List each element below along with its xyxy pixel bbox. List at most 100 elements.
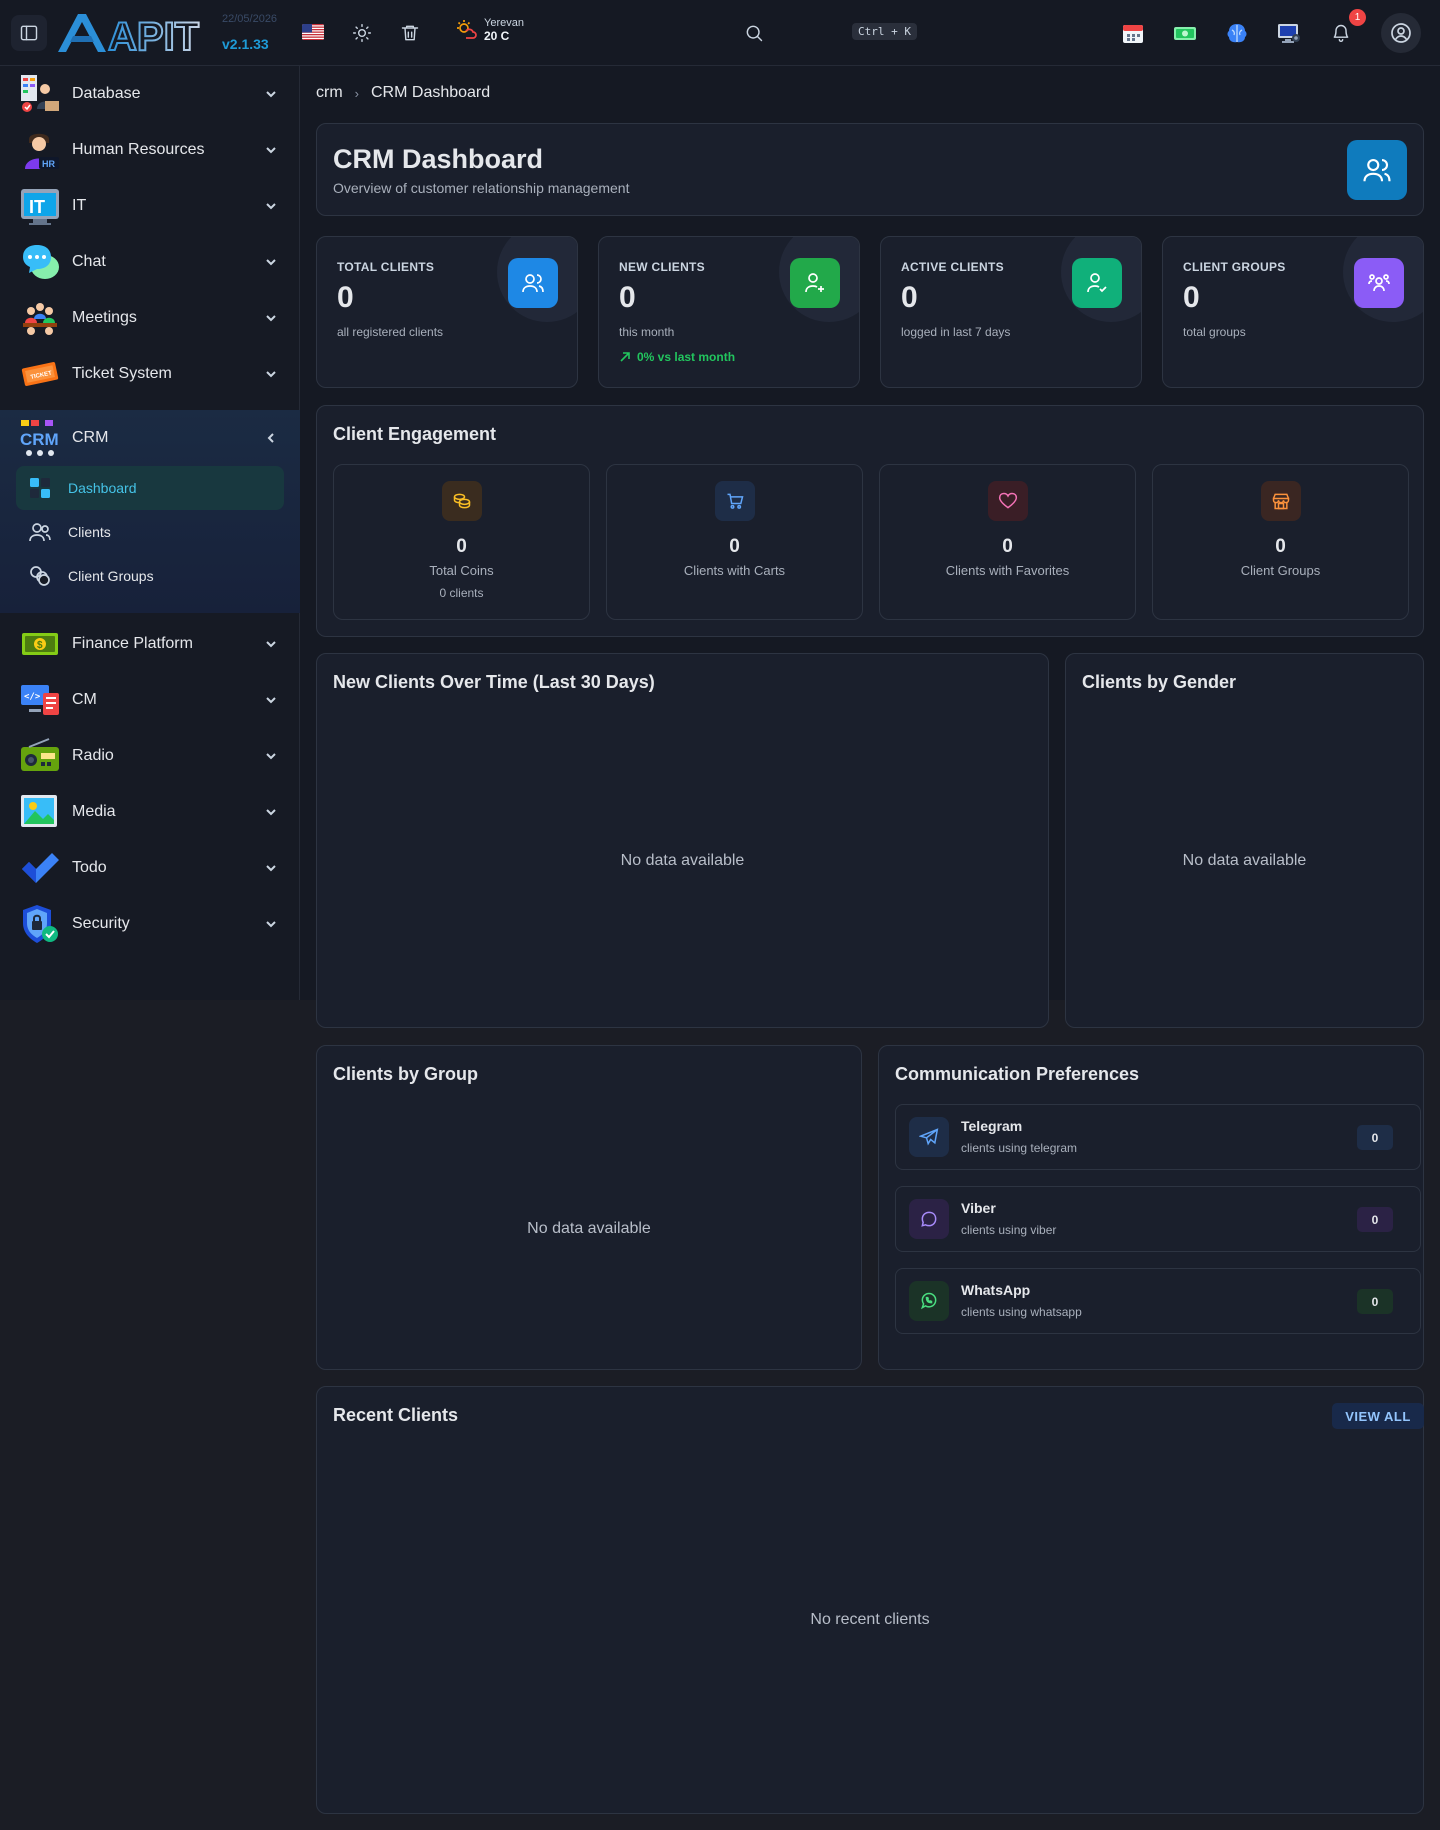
sidebar-subitem-client-groups[interactable]: Client Groups (16, 554, 284, 598)
sidebar-item-human-resources[interactable]: HR Human Resources (0, 122, 300, 178)
sidebar-item-database[interactable]: Database (0, 66, 300, 122)
brain-icon[interactable] (1224, 20, 1250, 46)
eng-value: 0 (1275, 536, 1286, 557)
sidebar-item-radio[interactable]: Radio (0, 728, 300, 784)
stat-value: 0 (1183, 281, 1200, 314)
clear-cache-button[interactable] (392, 15, 428, 51)
calendar-icon[interactable] (1120, 20, 1146, 46)
sidebar-label-cm: CM (72, 691, 97, 708)
human-resources-icon: HR (25, 133, 59, 169)
chart-title: New Clients Over Time (Last 30 Days) (333, 672, 655, 692)
us-flag-icon[interactable] (302, 24, 324, 40)
chevron-down-icon (264, 87, 278, 101)
engagement-tile-favorites: 0 Clients with Favorites (879, 464, 1136, 620)
section-title: Client Engagement (333, 424, 497, 444)
comm-name: WhatsApp (961, 1282, 1031, 1298)
breadcrumb: crm › CRM Dashboard (316, 84, 490, 102)
sidebar-item-crm[interactable]: CRM CRM (0, 410, 300, 466)
sidebar-item-meetings[interactable]: Meetings (0, 290, 300, 346)
monitor-icon[interactable] (1276, 20, 1302, 46)
notification-badge: 1 (1349, 9, 1366, 26)
sidebar-label-it: IT (72, 197, 87, 214)
stat-icon-badge (1072, 258, 1122, 308)
sidebar-item-security[interactable]: Security (0, 896, 300, 952)
sidebar-label-finance-platform: Finance Platform (72, 635, 193, 652)
profile-button[interactable] (1381, 13, 1421, 53)
ticket-icon: TICKET (21, 362, 59, 386)
svg-text:$: $ (37, 640, 43, 651)
users-icon (1363, 158, 1391, 182)
stat-card-new-clients: NEW CLIENTS 0 this month 0% vs last mont… (598, 236, 860, 388)
sidebar-label-meetings: Meetings (72, 309, 137, 326)
empty-state: No data available (527, 1220, 651, 1237)
meetings-icon (23, 303, 57, 335)
breadcrumb-root[interactable]: crm (316, 84, 343, 102)
page-subtitle: Overview of customer relationship manage… (333, 180, 630, 196)
sidebar-toggle-button[interactable] (11, 15, 47, 51)
communication-preferences-card: Communication Preferences Telegram clien… (878, 1045, 1424, 1370)
engagement-tile-total-coins: 0 Total Coins 0 clients (333, 464, 590, 620)
stat-subtext: this month (619, 325, 675, 339)
comm-subtext: clients using viber (961, 1223, 1057, 1237)
whatsapp-icon (920, 1292, 937, 1310)
trash-icon (401, 25, 419, 41)
user-circle-icon (1391, 23, 1411, 43)
media-icon (21, 795, 57, 827)
empty-state: No data available (1182, 852, 1307, 869)
security-icon (23, 905, 58, 943)
sidebar-sublabel-clients: Clients (68, 524, 111, 540)
chevron-left-icon (264, 431, 278, 445)
stat-subtext: all registered clients (337, 325, 444, 339)
chevron-down-icon (264, 637, 278, 651)
telegram-icon (919, 1128, 939, 1146)
sun-icon (352, 23, 372, 43)
svg-text:APIT: APIT (108, 15, 199, 54)
sidebar-item-todo[interactable]: Todo (0, 840, 300, 896)
svg-text:HR: HR (42, 159, 55, 169)
client-engagement-card: Client Engagement 0 Total Coins 0 client… (316, 405, 1424, 637)
sidebar-subitem-dashboard[interactable]: Dashboard (16, 466, 284, 510)
weather-widget[interactable]: Yerevan 20 C (454, 17, 524, 43)
stat-subtext: logged in last 7 days (901, 325, 1011, 339)
svg-text:IT: IT (29, 197, 45, 217)
sidebar-subitem-clients[interactable]: Clients (16, 510, 284, 554)
chevron-down-icon (264, 693, 278, 707)
comm-name: Telegram (961, 1118, 1023, 1134)
new-clients-chart-card: New Clients Over Time (Last 30 Days) No … (316, 653, 1049, 1028)
sidebar-item-cm[interactable]: </> CM (0, 672, 300, 728)
chevron-down-icon (264, 311, 278, 325)
sidebar: Database HR Human Resources IT IT Chat M… (0, 66, 300, 1000)
comm-row-telegram[interactable]: Telegram clients using telegram 0 (895, 1104, 1421, 1170)
page-header-card: CRM Dashboard Overview of customer relat… (316, 123, 1424, 216)
eng-label: Clients with Carts (683, 563, 786, 578)
coins-icon (453, 493, 471, 509)
comm-row-viber[interactable]: Viber clients using viber 0 (895, 1186, 1421, 1252)
theme-toggle-button[interactable] (344, 15, 380, 51)
radio-icon (21, 738, 59, 771)
apit-logo[interactable]: APIT (56, 12, 216, 54)
search-button[interactable] (736, 15, 772, 51)
page-title: CRM Dashboard (333, 144, 544, 174)
clients-icon (29, 523, 51, 542)
chevron-down-icon (264, 255, 278, 269)
viber-icon (921, 1211, 937, 1227)
sidebar-label-crm: CRM (72, 429, 109, 446)
sidebar-item-it[interactable]: IT IT (0, 178, 300, 234)
stat-value: 0 (619, 281, 636, 314)
chevron-down-icon (264, 861, 278, 875)
eng-subtext: 0 clients (439, 586, 484, 600)
stat-label: TOTAL CLIENTS (337, 260, 435, 274)
comm-row-whatsapp[interactable]: WhatsApp clients using whatsapp 0 (895, 1268, 1421, 1334)
sidebar-item-media[interactable]: Media (0, 784, 300, 840)
search-icon (746, 25, 763, 42)
sidebar-item-chat[interactable]: Chat (0, 234, 300, 290)
stat-icon-badge (1354, 258, 1404, 308)
money-icon[interactable] (1172, 20, 1198, 46)
comm-icon-badge (909, 1199, 949, 1239)
app-version: v2.1.33 (222, 36, 269, 52)
stat-label: ACTIVE CLIENTS (901, 260, 1004, 274)
stat-icon-badge (508, 258, 558, 308)
sidebar-item-finance-platform[interactable]: $ Finance Platform (0, 616, 300, 672)
view-all-button[interactable]: VIEW ALL (1332, 1403, 1424, 1429)
sidebar-item-ticket-system[interactable]: TICKET Ticket System (0, 346, 300, 402)
